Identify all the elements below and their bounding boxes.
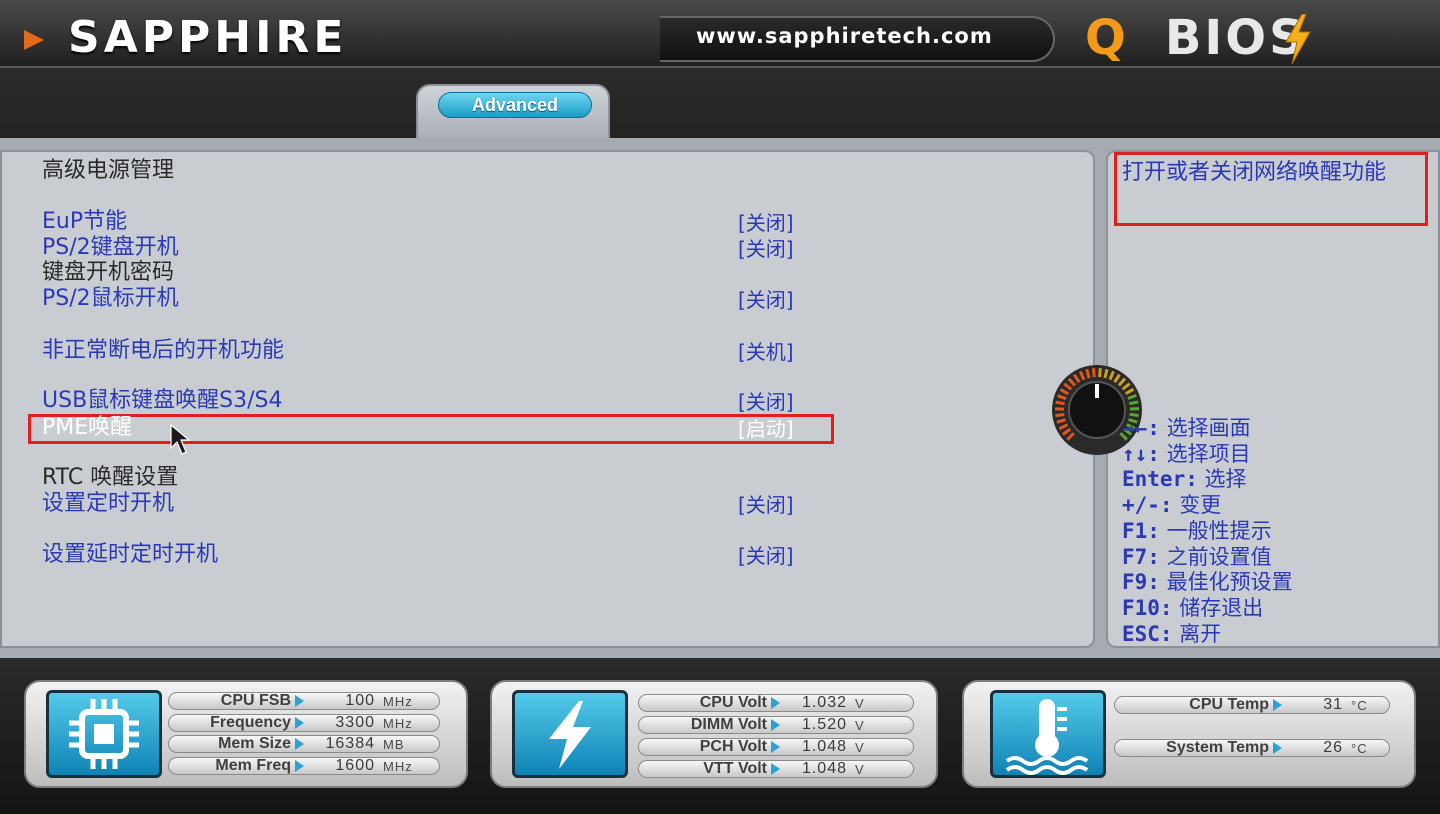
cpu-stat-value: 3300 xyxy=(335,713,375,731)
volt-stat-unit: V xyxy=(855,740,865,755)
volt-stat-value: 1.520 xyxy=(801,716,847,733)
setting-eup-value[interactable]: [关闭] xyxy=(738,210,794,236)
setting-keyboard-password-label: 键盘开机密码 xyxy=(42,260,175,285)
header: SAPPHIRE www.sapphiretech.com Q BIOS Adva… xyxy=(0,0,1440,140)
temp-stat-row: CPU Temp 31 °C xyxy=(1114,696,1390,714)
brand-arrow-icon xyxy=(24,30,44,50)
cpu-stat-value: 1600 xyxy=(335,756,375,774)
cpu-stat-label: Frequency xyxy=(210,713,291,731)
cpu-stat-row: Frequency 3300 MHz xyxy=(168,713,440,732)
setting-rtc-wake-label: RTC 唤醒设置 xyxy=(42,465,179,490)
cpu-stat-row: CPU FSB 100 MHz xyxy=(168,692,440,710)
volt-stat-label: PCH Volt xyxy=(699,738,767,755)
help-description: 打开或者关闭网络唤醒功能 xyxy=(1122,160,1387,185)
volt-stat-row: VTT Volt 1.048 V xyxy=(638,760,914,778)
setting-power-loss-value[interactable]: [关机] xyxy=(738,339,794,365)
volt-stat-unit: V xyxy=(855,696,865,711)
arrow-right-icon xyxy=(1273,699,1282,711)
setting-delay-timer-power-value[interactable]: [关闭] xyxy=(738,543,794,569)
setting-power-loss-label[interactable]: 非正常断电后的开机功能 xyxy=(42,338,284,364)
volt-stat-label: DIMM Volt xyxy=(690,716,767,733)
page-title: 高级电源管理 xyxy=(42,158,175,183)
key-help-item: →←: 选择画面 xyxy=(1122,416,1251,440)
mouse-cursor-icon xyxy=(170,424,191,455)
arrow-right-icon xyxy=(295,716,304,729)
volt-stat-label: CPU Volt xyxy=(699,694,767,711)
setting-delay-timer-power-label[interactable]: 设置延时定时开机 xyxy=(42,542,218,568)
cpu-stat-unit: MHz xyxy=(383,758,413,774)
thermometer-icon xyxy=(990,690,1106,778)
lightning-bolt-icon xyxy=(1285,14,1311,64)
temp-stat-value: 26 xyxy=(1323,739,1343,756)
arrow-right-icon xyxy=(771,763,780,775)
volt-stat-value: 1.032 xyxy=(801,694,847,711)
setting-pme-wake-label[interactable]: PME唤醒 xyxy=(42,415,132,441)
cpu-stat-unit: MHz xyxy=(383,715,413,731)
cpu-stat-row: Mem Size 16384 MB xyxy=(168,735,440,753)
key-help-item: ↑↓: 选择项目 xyxy=(1122,441,1251,466)
volt-stat-value: 1.048 xyxy=(801,738,847,755)
temp-stat-unit: °C xyxy=(1351,698,1368,713)
qbios-logo: Q BIOS xyxy=(1085,10,1307,66)
qbios-logo-q: Q xyxy=(1085,10,1129,66)
volt-stat-row: PCH Volt 1.048 V xyxy=(638,738,914,756)
arrow-right-icon xyxy=(771,741,780,753)
cpu-stat-value: 16384 xyxy=(325,735,375,752)
temp-stat-label: CPU Temp xyxy=(1189,696,1269,713)
volt-stat-label: VTT Volt xyxy=(703,760,767,777)
key-help-item: Enter: 选择 xyxy=(1122,467,1247,492)
setting-timer-power-value[interactable]: [关闭] xyxy=(738,492,794,518)
key-help-item: F1: 一般性提示 xyxy=(1122,518,1272,543)
arrow-right-icon xyxy=(295,738,304,750)
setting-ps2-mouse-power-label[interactable]: PS/2鼠标开机 xyxy=(42,286,179,312)
tab-advanced[interactable]: Advanced xyxy=(416,84,610,140)
key-help-item: F10: 储存退出 xyxy=(1122,595,1264,620)
temp-stat-row: System Temp 26 °C xyxy=(1114,739,1390,757)
brand-logo: SAPPHIRE xyxy=(68,12,348,63)
setting-ps2-keyboard-power-value[interactable]: [关闭] xyxy=(738,236,794,262)
volt-stat-unit: V xyxy=(855,762,865,777)
key-help-item: +/-: 变更 xyxy=(1122,493,1222,518)
tab-advanced-label: Advanced xyxy=(438,92,592,118)
cpu-stat-label: CPU FSB xyxy=(220,692,291,709)
setting-eup-label[interactable]: EuP节能 xyxy=(42,209,127,235)
cpu-stat-label: Mem Freq xyxy=(215,756,291,774)
cpu-stat-row: Mem Freq 1600 MHz xyxy=(168,756,440,775)
lightning-icon xyxy=(512,690,628,778)
volt-stat-unit: V xyxy=(855,718,865,733)
key-help-item: F9: 最佳化预设置 xyxy=(1122,570,1293,595)
cpu-stat-unit: MB xyxy=(383,737,405,752)
volt-stat-row: DIMM Volt 1.520 V xyxy=(638,716,914,734)
website-url: www.sapphiretech.com xyxy=(696,24,993,48)
arrow-right-icon xyxy=(771,719,780,731)
volt-stat-value: 1.048 xyxy=(801,760,847,777)
cpu-stat-value: 100 xyxy=(345,692,375,709)
arrow-right-icon xyxy=(1273,742,1282,754)
volt-stat-row: CPU Volt 1.032 V xyxy=(638,694,914,712)
setting-usb-wake-label[interactable]: USB鼠标键盘唤醒S3/S4 xyxy=(42,388,283,414)
key-help-item: ESC: 离开 xyxy=(1122,621,1222,646)
setting-timer-power-label[interactable]: 设置定时开机 xyxy=(42,491,174,517)
cpu-stat-unit: MHz xyxy=(383,694,413,709)
setting-pme-wake-value[interactable]: [启动] xyxy=(738,416,794,442)
setting-ps2-keyboard-power-label[interactable]: PS/2键盘开机 xyxy=(42,235,179,261)
key-help-item: F7: 之前设置值 xyxy=(1122,544,1272,569)
arrow-right-icon xyxy=(295,759,304,772)
temp-stat-value: 31 xyxy=(1323,696,1343,713)
selected-row-highlight xyxy=(28,414,834,444)
cpu-stat-label: Mem Size xyxy=(218,735,291,752)
setting-ps2-mouse-power-value[interactable]: [关闭] xyxy=(738,287,794,313)
temp-stat-label: System Temp xyxy=(1166,739,1269,756)
temp-stat-unit: °C xyxy=(1351,741,1368,756)
setting-usb-wake-value[interactable]: [关闭] xyxy=(738,389,794,415)
key-help-list: →←: 选择画面 ↑↓: 选择项目 Enter: 选择 +/-: 变更 F1: … xyxy=(1122,416,1293,647)
arrow-right-icon xyxy=(771,697,780,709)
arrow-right-icon xyxy=(295,695,304,707)
cpu-chip-icon xyxy=(46,690,162,778)
